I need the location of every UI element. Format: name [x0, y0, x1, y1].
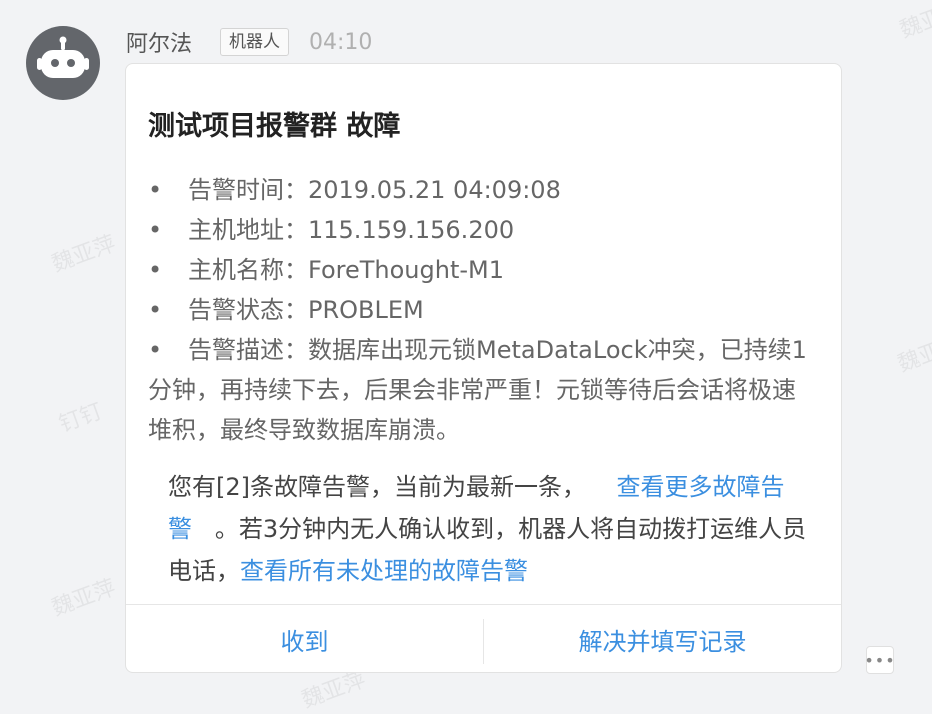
alert-item-label: 告警时间：	[188, 176, 308, 204]
bullet-icon: •	[148, 176, 163, 204]
alert-item-label: 告警描述：	[188, 336, 308, 364]
card-title: 测试项目报警群 故障	[148, 111, 401, 142]
alert-item-value: 2019.05.21 04:09:08	[308, 176, 561, 204]
alert-item-status: • 告警状态：PROBLEM	[148, 290, 816, 330]
alert-item-host-name: • 主机名称：ForeThought-M1	[148, 250, 816, 290]
bot-badge: 机器人	[220, 28, 290, 56]
alert-card: 测试项目报警群 故障 • 告警时间：2019.05.21 04:09:08 • 主机…	[125, 63, 842, 673]
alert-details-list: • 告警时间：2019.05.21 04:09:08 • 主机地址：115.159.…	[148, 170, 816, 450]
footer-text-part: 您有[2]条故障告警，当前为最新一条，	[168, 473, 586, 501]
alert-item-time: • 告警时间：2019.05.21 04:09:08	[148, 170, 816, 210]
more-dots-icon: •••	[864, 650, 896, 670]
watermark-text: 魏亚萍	[896, 0, 932, 44]
more-options-button[interactable]: •••	[864, 646, 896, 674]
resolve-and-record-button[interactable]: 解决并填写记录	[484, 605, 841, 672]
bullet-icon: •	[148, 216, 163, 244]
watermark-text: 魏亚萍	[894, 331, 932, 378]
receive-button[interactable]: 收到	[126, 605, 483, 672]
bullet-icon: •	[148, 296, 163, 324]
sender-name[interactable]: 阿尔法	[126, 26, 192, 58]
alert-item-host-address: • 主机地址：115.159.156.200	[148, 210, 816, 250]
bullet-icon: •	[148, 256, 163, 284]
view-unhandled-alerts-link[interactable]: 查看所有未处理的故障告警	[240, 557, 528, 585]
alert-item-label: 告警状态：	[188, 296, 308, 324]
bullet-icon: •	[148, 336, 163, 364]
message-time: 04:10	[309, 29, 373, 55]
card-action-bar: 收到 解决并填写记录	[126, 605, 841, 672]
alert-item-value: PROBLEM	[308, 296, 424, 324]
alert-item-value: 115.159.156.200	[308, 216, 515, 244]
alert-item-description: • 告警描述：数据库出现元锁MetaDataLock冲突，已持续1分钟，再持续下去…	[148, 330, 816, 450]
watermark-text: 魏亚萍	[48, 231, 120, 278]
sender-avatar[interactable]	[26, 26, 100, 100]
watermark-text: 魏亚萍	[48, 575, 120, 622]
alert-item-label: 主机名称：	[188, 256, 308, 284]
alert-item-value: ForeThought-M1	[308, 256, 504, 284]
robot-icon	[37, 36, 89, 78]
alert-footer-text: 您有[2]条故障告警，当前为最新一条， 查看更多故障告警 。若3分钟内无人确认收…	[168, 466, 808, 592]
watermark-app-text: 钉钉	[55, 399, 106, 438]
message-header: 阿尔法 机器人 04:10	[126, 26, 372, 58]
alert-item-label: 主机地址：	[188, 216, 308, 244]
